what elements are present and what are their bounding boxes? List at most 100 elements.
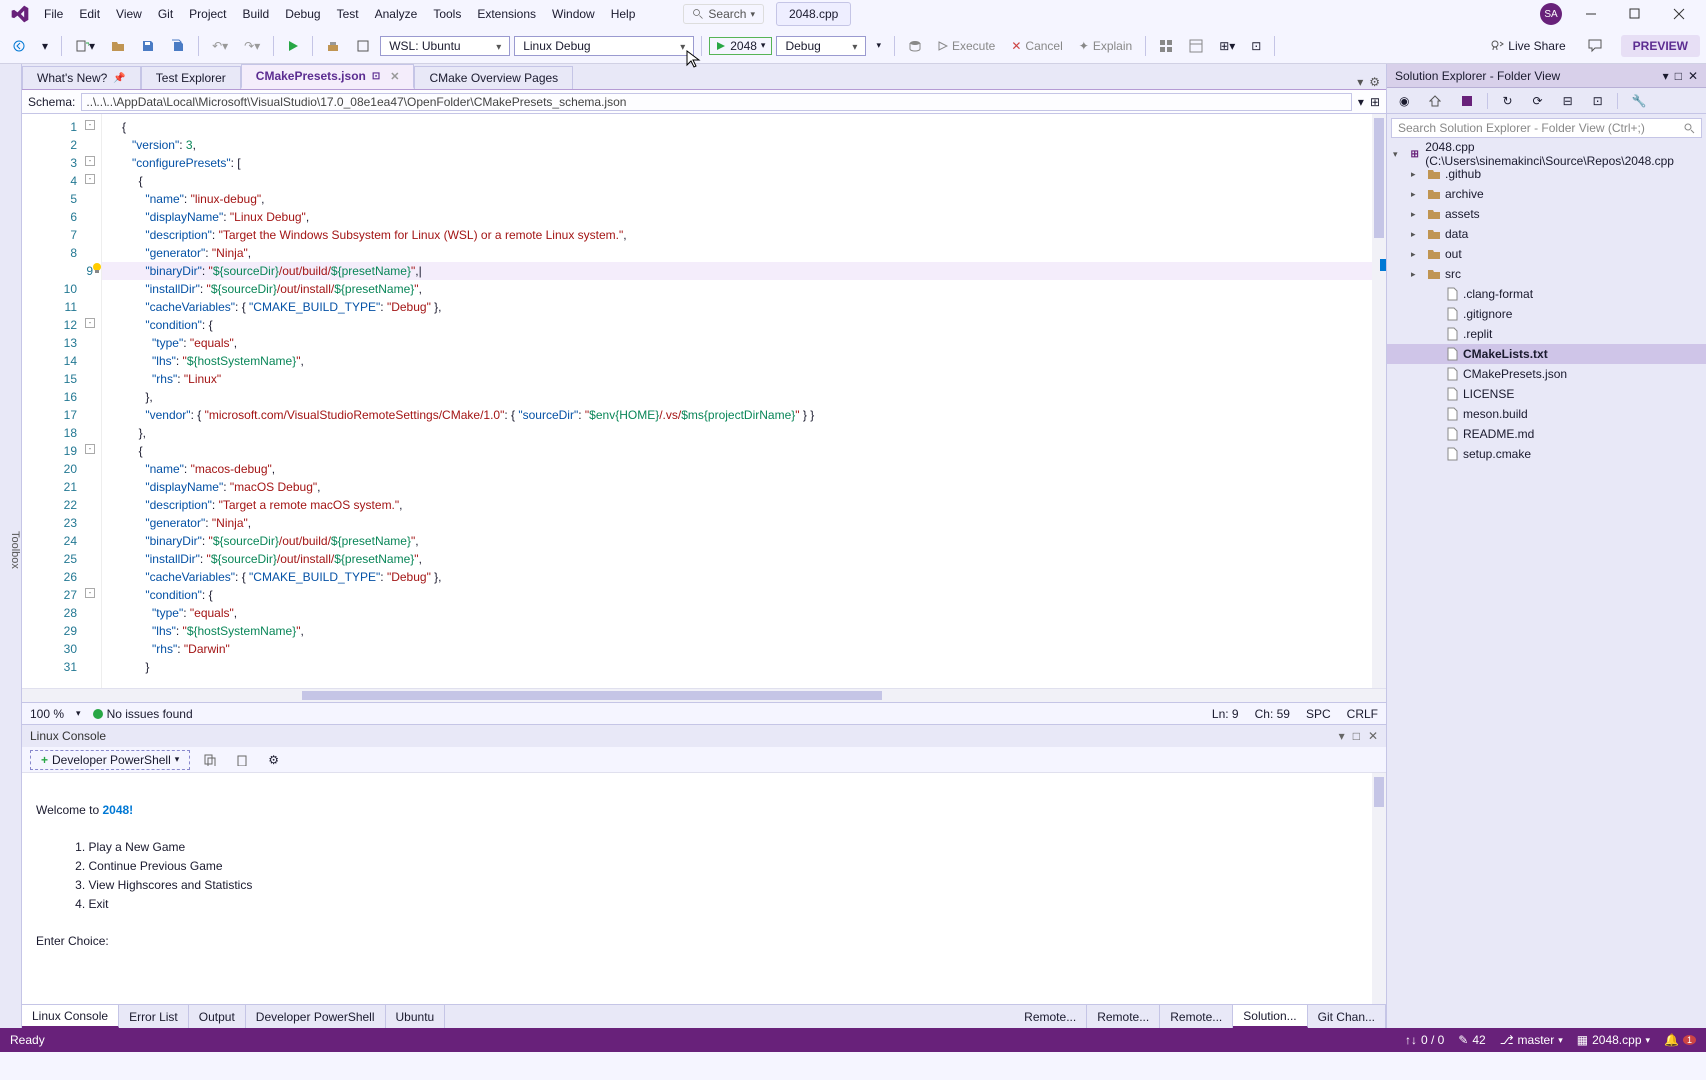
menu-test[interactable]: Test <box>329 3 367 25</box>
open-icon[interactable] <box>105 36 131 56</box>
menu-project[interactable]: Project <box>181 3 234 25</box>
vertical-scrollbar[interactable] <box>1372 114 1386 688</box>
explorer-dropdown-icon[interactable]: ▾ <box>1663 69 1669 83</box>
switch-view-icon[interactable] <box>1455 92 1479 110</box>
tab-whatsnew[interactable]: What's New?📌 <box>22 66 141 89</box>
explain-button[interactable]: ✦Explain <box>1073 37 1138 55</box>
explorer-pin-icon[interactable]: □ <box>1675 69 1682 83</box>
btab-remote1[interactable]: Remote... <box>1014 1005 1087 1028</box>
tab-cmakeoverview[interactable]: CMake Overview Pages <box>414 66 573 89</box>
refresh-icon[interactable]: ⟳ <box>1527 91 1549 111</box>
btab-devps[interactable]: Developer PowerShell <box>246 1005 386 1028</box>
console-scrollbar[interactable] <box>1372 773 1386 1004</box>
btab-gitchanges[interactable]: Git Chan... <box>1308 1005 1386 1028</box>
paste-icon[interactable] <box>230 751 254 769</box>
menu-extensions[interactable]: Extensions <box>469 3 544 25</box>
menu-tools[interactable]: Tools <box>425 3 469 25</box>
menu-view[interactable]: View <box>108 3 150 25</box>
btab-ubuntu[interactable]: Ubuntu <box>386 1005 446 1028</box>
changes-count[interactable]: ✎42 <box>1458 1033 1485 1047</box>
tab-gear-icon[interactable]: ⚙ <box>1369 75 1380 89</box>
config-dropdown[interactable]: Linux Debug <box>514 36 694 56</box>
close-button[interactable] <box>1664 0 1694 28</box>
console-dropdown-icon[interactable]: ▾ <box>1339 729 1345 743</box>
menu-help[interactable]: Help <box>603 3 644 25</box>
redo-icon[interactable]: ↷▾ <box>238 36 266 56</box>
back-nav-icon[interactable] <box>6 36 32 56</box>
btab-linuxconsole[interactable]: Linux Console <box>22 1005 119 1028</box>
db-icon[interactable] <box>902 36 928 56</box>
minimize-button[interactable] <box>1576 0 1606 28</box>
copy-icon[interactable] <box>198 751 222 769</box>
code-editor[interactable]: 1-23-4-56789101112-13141516171819-202122… <box>22 114 1386 688</box>
collapse-icon[interactable]: ⊟ <box>1557 91 1579 111</box>
schema-dropdown-icon[interactable]: ▾ <box>1358 95 1364 109</box>
col-indicator[interactable]: Ch: 59 <box>1255 707 1290 721</box>
file-tree[interactable]: ▾⊞2048.cpp (C:\Users\sinemakinci\Source\… <box>1387 142 1706 1028</box>
layout-icon[interactable] <box>1183 36 1209 56</box>
menu-debug[interactable]: Debug <box>277 3 328 25</box>
title-tab[interactable]: 2048.cpp <box>776 2 851 26</box>
tab-cmakepresets[interactable]: CMakePresets.json⊡✕ <box>241 64 415 89</box>
maximize-button[interactable] <box>1620 0 1650 28</box>
console-output[interactable]: Welcome to 2048! 1. Play a New Game 2. C… <box>22 773 1386 1004</box>
console-close-icon[interactable]: ✕ <box>1368 729 1378 743</box>
schema-path[interactable]: ..\..\..\AppData\Local\Microsoft\VisualS… <box>81 93 1352 111</box>
btab-remote3[interactable]: Remote... <box>1160 1005 1233 1028</box>
explorer-search[interactable]: Search Solution Explorer - Folder View (… <box>1391 118 1702 138</box>
show-all-icon[interactable]: ⊡ <box>1587 91 1609 111</box>
run-target-button[interactable]: 2048 ▾ <box>709 37 772 55</box>
execute-button[interactable]: Execute <box>932 37 1001 55</box>
menu-build[interactable]: Build <box>235 3 278 25</box>
menu-edit[interactable]: Edit <box>71 3 108 25</box>
menu-git[interactable]: Git <box>150 3 181 25</box>
tab-testexplorer[interactable]: Test Explorer <box>141 66 241 89</box>
menu-window[interactable]: Window <box>544 3 603 25</box>
search-box[interactable]: Search ▾ <box>683 4 764 24</box>
properties-icon[interactable]: 🔧 <box>1626 91 1653 111</box>
repo-indicator[interactable]: ▦2048.cpp▾ <box>1577 1033 1650 1047</box>
tab-dropdown-icon[interactable]: ▾ <box>1357 75 1363 89</box>
shell-selector[interactable]: + Developer PowerShell ▾ <box>30 750 190 770</box>
feedback-icon[interactable] <box>1581 35 1609 57</box>
space-indicator[interactable]: SPC <box>1306 707 1331 721</box>
btab-errorlist[interactable]: Error List <box>119 1005 189 1028</box>
branch-indicator[interactable]: ⎇master▾ <box>1500 1033 1563 1047</box>
start-icon[interactable] <box>281 37 305 55</box>
zoom-level[interactable]: 100 % <box>30 707 64 721</box>
explorer-close-icon[interactable]: ✕ <box>1688 69 1698 83</box>
toolbar-overflow-icon[interactable]: ▾ <box>870 37 887 54</box>
close-icon[interactable]: ✕ <box>390 70 399 83</box>
toolbox-strip[interactable]: Toolbox <box>0 64 22 1028</box>
platform-dropdown[interactable]: WSL: Ubuntu <box>380 36 510 56</box>
save-icon[interactable] <box>135 36 161 56</box>
config-icon[interactable] <box>350 36 376 56</box>
undo-icon[interactable]: ↶▾ <box>206 36 234 56</box>
btab-remote2[interactable]: Remote... <box>1087 1005 1160 1028</box>
build-icon[interactable] <box>320 36 346 56</box>
schema-split-icon[interactable]: ⊞ <box>1370 95 1380 109</box>
new-item-icon[interactable]: ▾ <box>69 36 101 56</box>
console-pin-icon[interactable]: □ <box>1353 729 1360 743</box>
settings-icon[interactable]: ⚙ <box>262 750 285 770</box>
horizontal-scrollbar[interactable] <box>22 688 1386 702</box>
forward-nav-icon[interactable]: ▾ <box>36 36 54 56</box>
misc-icon[interactable]: ⊡ <box>1245 36 1267 56</box>
save-all-icon[interactable] <box>165 36 191 56</box>
btab-output[interactable]: Output <box>189 1005 246 1028</box>
btab-solution[interactable]: Solution... <box>1233 1005 1307 1028</box>
sync-status[interactable]: ↑↓0 / 0 <box>1405 1033 1444 1047</box>
sync-icon[interactable]: ↻ <box>1496 91 1518 111</box>
notifications[interactable]: 🔔1 <box>1664 1033 1696 1047</box>
eol-indicator[interactable]: CRLF <box>1347 707 1378 721</box>
cancel-button[interactable]: ✕Cancel <box>1005 37 1068 55</box>
back-icon[interactable]: ◉ <box>1393 91 1415 111</box>
code-content[interactable]: { "version": 3, "configurePresets": [ { … <box>102 114 1386 688</box>
line-indicator[interactable]: Ln: 9 <box>1212 707 1239 721</box>
menu-analyze[interactable]: Analyze <box>367 3 426 25</box>
toggle-icon[interactable]: ⊞▾ <box>1213 36 1241 56</box>
debug-dropdown[interactable]: Debug <box>776 36 866 56</box>
menu-file[interactable]: File <box>36 3 71 25</box>
preview-badge[interactable]: PREVIEW <box>1621 35 1700 57</box>
home-icon[interactable] <box>1423 92 1447 110</box>
